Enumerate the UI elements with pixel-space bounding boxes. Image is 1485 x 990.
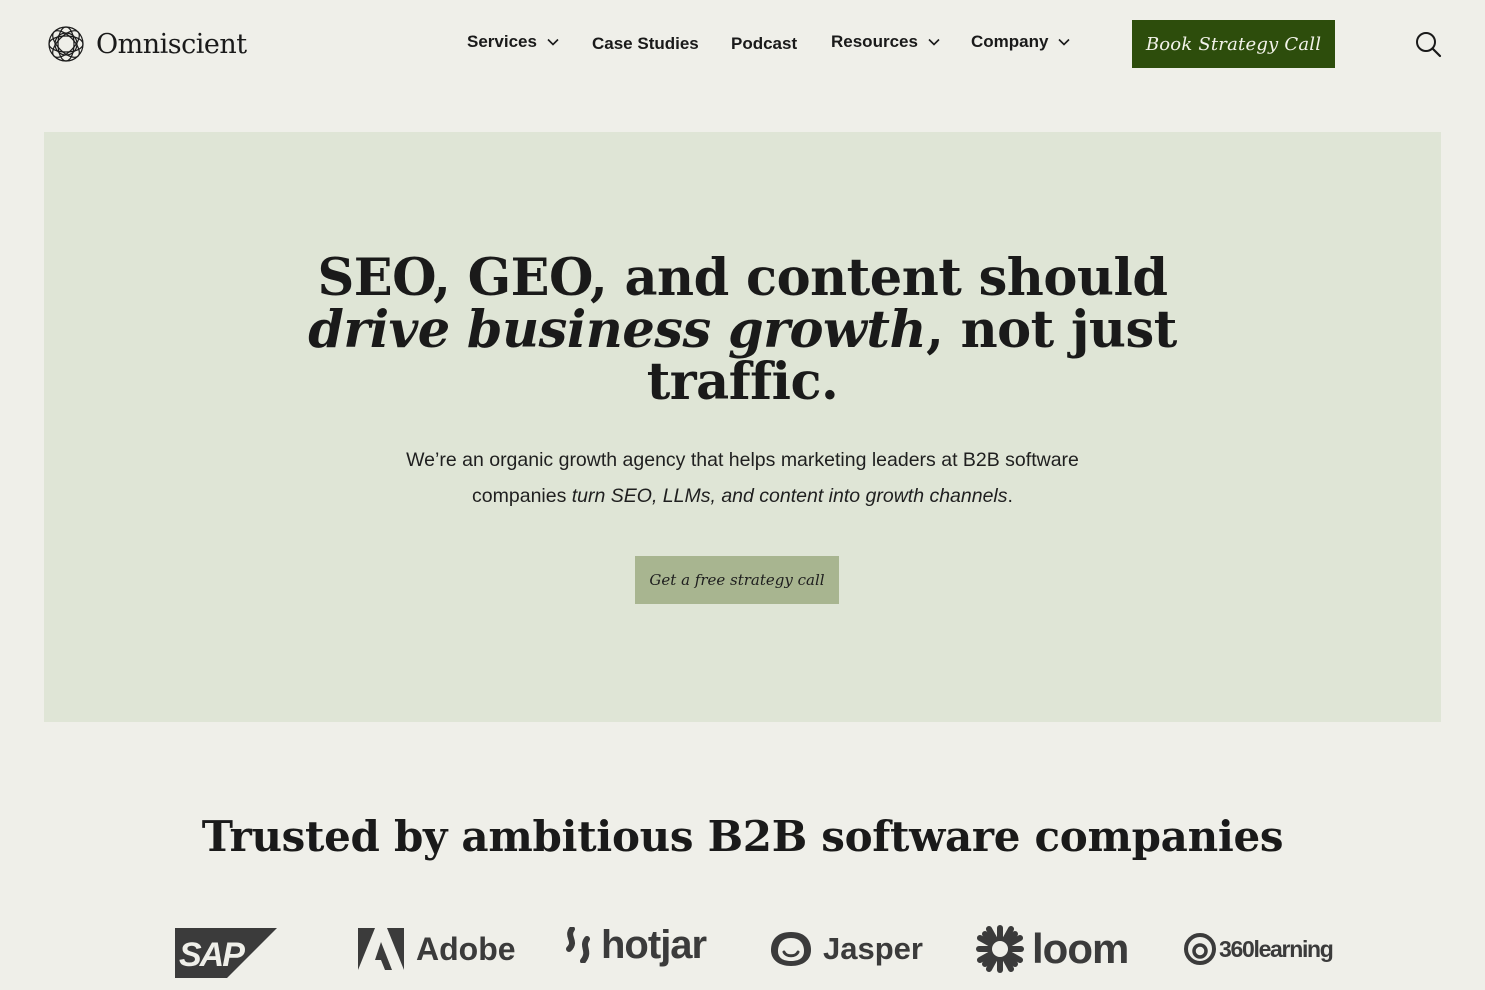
hero-title-line2: drive business growth, not just <box>44 304 1441 356</box>
brand-name: Omniscient <box>96 28 247 60</box>
top-nav: Omniscient Services Case Studies Podcast… <box>0 0 1485 88</box>
jasper-logo-text: Jasper <box>823 931 923 966</box>
nav-item-services[interactable]: Services <box>467 32 559 52</box>
loom-logo: loom <box>976 920 1129 978</box>
hero-subtitle: We’re an organic growth agency that help… <box>44 442 1441 514</box>
hero-title-line2-rest: , not just <box>926 300 1177 360</box>
hero-title-line3: traffic. <box>646 352 839 412</box>
nav-item-label: Services <box>467 32 537 51</box>
chevron-down-icon <box>1058 38 1071 46</box>
trusted-by-heading: Trusted by ambitious B2B software compan… <box>201 812 1284 861</box>
loom-icon <box>976 925 1024 973</box>
hero-subtitle-line1: We’re an organic growth agency that help… <box>406 449 1079 471</box>
search-icon[interactable] <box>1414 30 1442 58</box>
hero-subtitle-line2: companies turn SEO, LLMs, and content in… <box>44 478 1441 514</box>
adobe-logo-text: Adobe <box>416 930 516 967</box>
jasper-logo: Jasper <box>769 920 923 978</box>
360learning-logo: 360learning <box>1183 920 1334 978</box>
nav-item-podcast[interactable]: Podcast <box>731 34 797 54</box>
hero-title-line1: SEO, GEO, and content should <box>317 248 1168 308</box>
360learning-logo-text: 360learning <box>1219 935 1334 962</box>
nav-item-label: Case Studies <box>592 34 699 53</box>
adobe-icon <box>358 928 404 970</box>
jasper-icon <box>771 932 811 966</box>
nav-item-resources[interactable]: Resources <box>831 32 940 52</box>
hero-title: SEO, GEO, and content should drive busin… <box>44 252 1441 408</box>
hotjar-logo: hotjar <box>563 916 707 974</box>
chevron-down-icon <box>928 38 940 46</box>
loom-logo-text: loom <box>1032 925 1129 972</box>
hero-subtitle-lead: companies <box>472 485 572 507</box>
sap-logo-text: SAP <box>179 936 245 974</box>
free-strategy-call-button[interactable]: Get a free strategy call <box>635 556 839 604</box>
hero-title-emphasis: drive business growth <box>308 300 927 360</box>
nav-item-label: Resources <box>831 32 918 51</box>
book-strategy-call-button[interactable]: Book Strategy Call <box>1132 20 1335 68</box>
hero-subtitle-end: . <box>1007 485 1013 507</box>
brand-logo[interactable]: Omniscient <box>46 24 247 64</box>
hero-subtitle-emphasis: turn SEO, LLMs, and content into growth … <box>571 485 1008 507</box>
knot-logo-icon <box>48 26 84 62</box>
adobe-logo: Adobe <box>358 920 516 978</box>
nav-item-label: Podcast <box>731 34 798 53</box>
hero-section: SEO, GEO, and content should drive busin… <box>44 132 1441 722</box>
360learning-icon <box>1184 933 1216 965</box>
nav-item-label: Company <box>971 32 1049 51</box>
nav-item-company[interactable]: Company <box>971 32 1071 52</box>
hotjar-icon <box>566 927 590 963</box>
hotjar-logo-text: hotjar <box>601 922 707 967</box>
nav-item-case-studies[interactable]: Case Studies <box>592 34 699 54</box>
sap-logo: SAP <box>175 924 277 982</box>
client-logo-strip: SAP Adobe hotjar Jasper loom 360learning <box>0 920 1485 980</box>
sap-logo-icon: SAP <box>175 928 277 978</box>
chevron-down-icon <box>547 38 559 46</box>
